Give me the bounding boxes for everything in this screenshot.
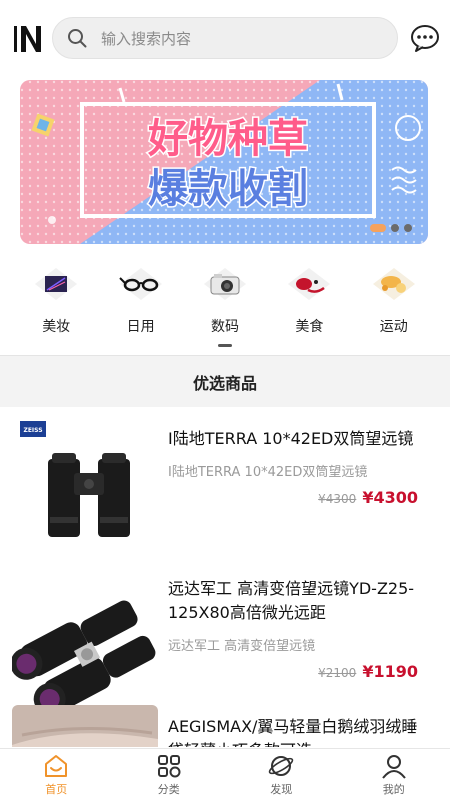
category-label: 美食 [295, 319, 324, 335]
banner-headline-2: 爆款收割 [148, 166, 308, 212]
product-list[interactable]: ZEISS I陆地TERRA 10*42ED双筒望远镜 I陆地TERRA 10*… [0, 407, 450, 747]
makeup-palette-icon [30, 264, 82, 304]
tab-label: 分类 [157, 782, 180, 796]
product-title[interactable]: 远达军工 高清变倍望远镜YD-Z25-125X80高倍微光远距 [168, 577, 424, 625]
profile-icon [381, 754, 406, 779]
category-food[interactable]: 美食 [279, 264, 339, 344]
category-digital[interactable]: 数码 [195, 264, 255, 344]
search-icon [68, 29, 87, 48]
tab-label: 我的 [382, 782, 405, 796]
tab-home[interactable]: 首页 [0, 749, 113, 800]
product-image[interactable] [12, 705, 158, 747]
category-scroll-indicator [218, 344, 232, 347]
tab-discover[interactable]: 发现 [225, 749, 338, 800]
discover-planet-icon [269, 755, 294, 776]
home-icon [45, 754, 68, 777]
category-daily[interactable]: 日用 [111, 264, 171, 344]
camera-icon [199, 264, 251, 304]
banner-pager[interactable] [370, 224, 412, 232]
category-makeup[interactable]: 美妆 [26, 264, 86, 344]
pager-dot[interactable] [370, 224, 386, 232]
pager-dot[interactable] [404, 224, 412, 232]
category-sports[interactable]: 运动 [364, 264, 424, 344]
sale-price: ¥1190 [362, 662, 418, 681]
category-label: 日用 [126, 319, 155, 335]
category-label: 美妆 [42, 319, 71, 335]
food-icon [283, 264, 335, 304]
sports-icon [368, 264, 420, 304]
sale-price: ¥4300 [362, 488, 418, 507]
product-info: AEGISMAX/翼马轻量白鹅绒羽绒睡袋轻薄小巧多款可选 [168, 715, 424, 747]
bottom-tab-bar: 首页 分类 发现 我的 [0, 748, 450, 800]
product-subtitle: 远达军工 高清变倍望远镜 [168, 639, 316, 654]
category-label: 数码 [210, 319, 239, 335]
product-info: I陆地TERRA 10*42ED双筒望远镜 I陆地TERRA 10*42ED双筒… [168, 427, 424, 507]
app-logo-icon [14, 22, 42, 56]
pager-dot[interactable] [391, 224, 399, 232]
product-card[interactable]: AEGISMAX/翼马轻量白鹅绒羽绒睡袋轻薄小巧多款可选 [0, 705, 450, 747]
category-label: 运动 [379, 319, 408, 335]
product-card[interactable]: ZEISS I陆地TERRA 10*42ED双筒望远镜 I陆地TERRA 10*… [0, 415, 450, 565]
section-header: 优选商品 [0, 355, 450, 407]
search-bar[interactable]: 输入搜索内容 [52, 17, 398, 59]
product-card[interactable]: 远达军工 高清变倍望远镜YD-Z25-125X80高倍微光远距 远达军工 高清变… [0, 567, 450, 717]
tab-label: 首页 [45, 782, 68, 796]
product-title[interactable]: I陆地TERRA 10*42ED双筒望远镜 [168, 427, 424, 451]
category-grid-icon [157, 754, 181, 777]
search-input[interactable]: 输入搜索内容 [101, 28, 191, 49]
product-subtitle: I陆地TERRA 10*42ED双筒望远镜 [168, 465, 368, 480]
original-price: ¥4300 [318, 492, 357, 506]
tab-profile[interactable]: 我的 [338, 749, 450, 800]
header-bar: 输入搜索内容 [0, 0, 450, 74]
section-title: 优选商品 [192, 373, 257, 393]
banner-headline-1: 好物种草 [147, 116, 308, 162]
zeiss-logo-text: ZEISS [23, 427, 42, 434]
message-icon[interactable] [410, 24, 440, 52]
tab-label: 发现 [270, 782, 293, 796]
product-image[interactable]: ZEISS [12, 417, 158, 547]
product-info: 远达军工 高清变倍望远镜YD-Z25-125X80高倍微光远距 远达军工 高清变… [168, 577, 424, 681]
glasses-icon [115, 264, 167, 304]
category-row: 美妆 日用 数码 美食 运动 [0, 264, 450, 344]
product-prices: ¥4300 ¥4300 [168, 488, 424, 507]
product-image[interactable] [10, 579, 158, 716]
product-prices: ¥2100 ¥1190 [168, 662, 424, 681]
promo-banner[interactable]: 好物种草 爆款收割 [20, 80, 428, 244]
original-price: ¥2100 [318, 666, 357, 680]
tab-category[interactable]: 分类 [113, 749, 226, 800]
product-title[interactable]: AEGISMAX/翼马轻量白鹅绒羽绒睡袋轻薄小巧多款可选 [168, 715, 424, 747]
